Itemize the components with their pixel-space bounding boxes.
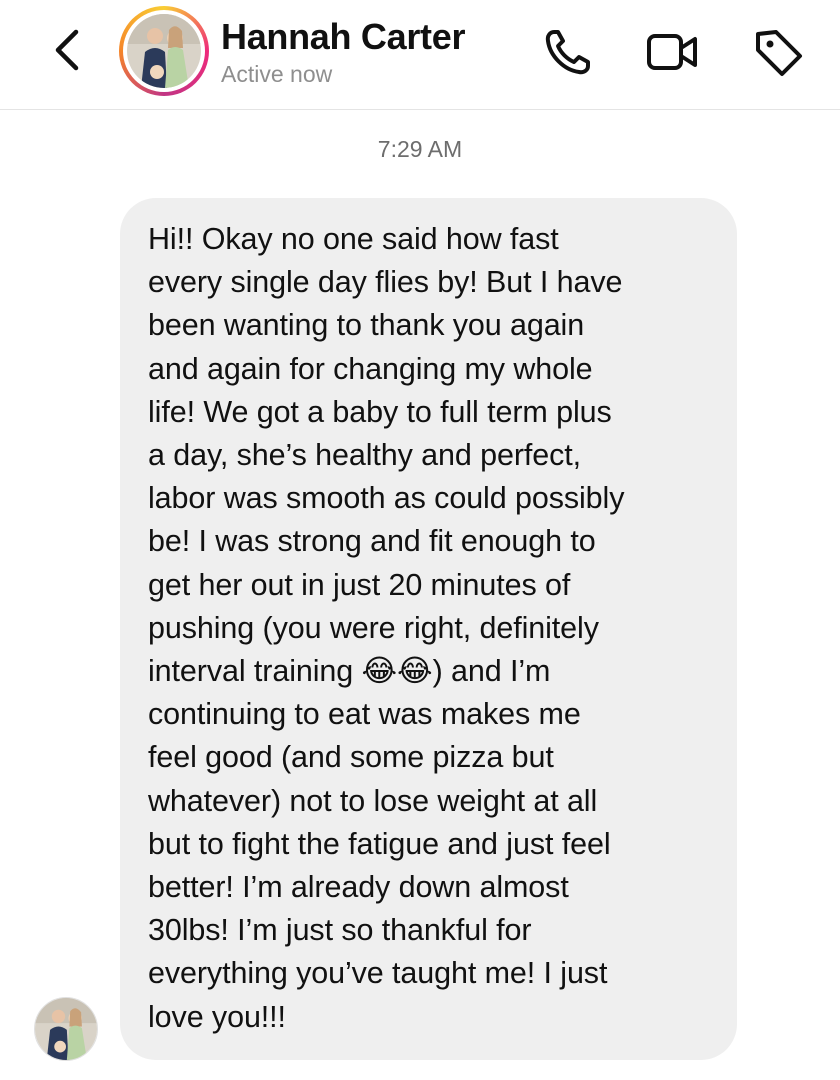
message-line: better! I’m already down almost xyxy=(148,870,569,905)
call-button[interactable] xyxy=(540,24,596,80)
tag-icon xyxy=(756,30,802,76)
avatar-photo xyxy=(127,14,201,88)
contact-avatar[interactable] xyxy=(119,6,209,96)
video-icon xyxy=(647,34,697,70)
message-line: Hi!! Okay no one said how fast xyxy=(148,222,559,256)
message-line: labor was smooth as could possibly xyxy=(148,481,625,516)
message-text: Hi!! Okay no one said how fast every sin… xyxy=(148,218,709,1039)
chevron-left-icon xyxy=(55,29,79,71)
message-line: 30lbs! I’m just so thankful for xyxy=(148,913,532,948)
message-line: get her out in just 20 minutes of xyxy=(148,567,571,602)
message-line: feel good (and some pizza but xyxy=(148,740,554,775)
message-bubble[interactable]: Hi!! Okay no one said how fast every sin… xyxy=(120,198,737,1060)
chat-header: Hannah Carter Active now xyxy=(0,0,840,110)
message-line: everything you’ve taught me! I just xyxy=(148,956,608,991)
phone-icon xyxy=(545,30,590,75)
contact-name[interactable]: Hannah Carter xyxy=(221,16,465,58)
message-timestamp: 7:29 AM xyxy=(377,136,463,162)
message-line: love you!!! xyxy=(148,999,286,1034)
message-line: every single day flies by! But I have xyxy=(148,265,623,300)
message-line: been wanting to thank you again xyxy=(148,308,585,343)
message-line: and again for changing my whole xyxy=(148,351,593,386)
message-line: interval training 😂😂) and I’m xyxy=(148,654,551,689)
tag-button[interactable] xyxy=(750,24,806,80)
sender-avatar[interactable] xyxy=(34,997,98,1061)
message-line: life! We got a baby to full term plus xyxy=(148,394,612,429)
video-call-button[interactable] xyxy=(644,24,700,80)
message-line: be! I was strong and fit enough to xyxy=(148,524,596,559)
message-line: a day, she’s healthy and perfect, xyxy=(148,438,582,473)
back-button[interactable] xyxy=(44,22,94,78)
message-line: continuing to eat was makes me xyxy=(148,697,581,732)
active-status: Active now xyxy=(221,61,333,87)
message-line: pushing (you were right, definitely xyxy=(148,610,599,645)
message-line: but to fight the fatigue and just feel xyxy=(148,826,611,861)
message-line: whatever) not to lose weight at all xyxy=(148,783,598,818)
